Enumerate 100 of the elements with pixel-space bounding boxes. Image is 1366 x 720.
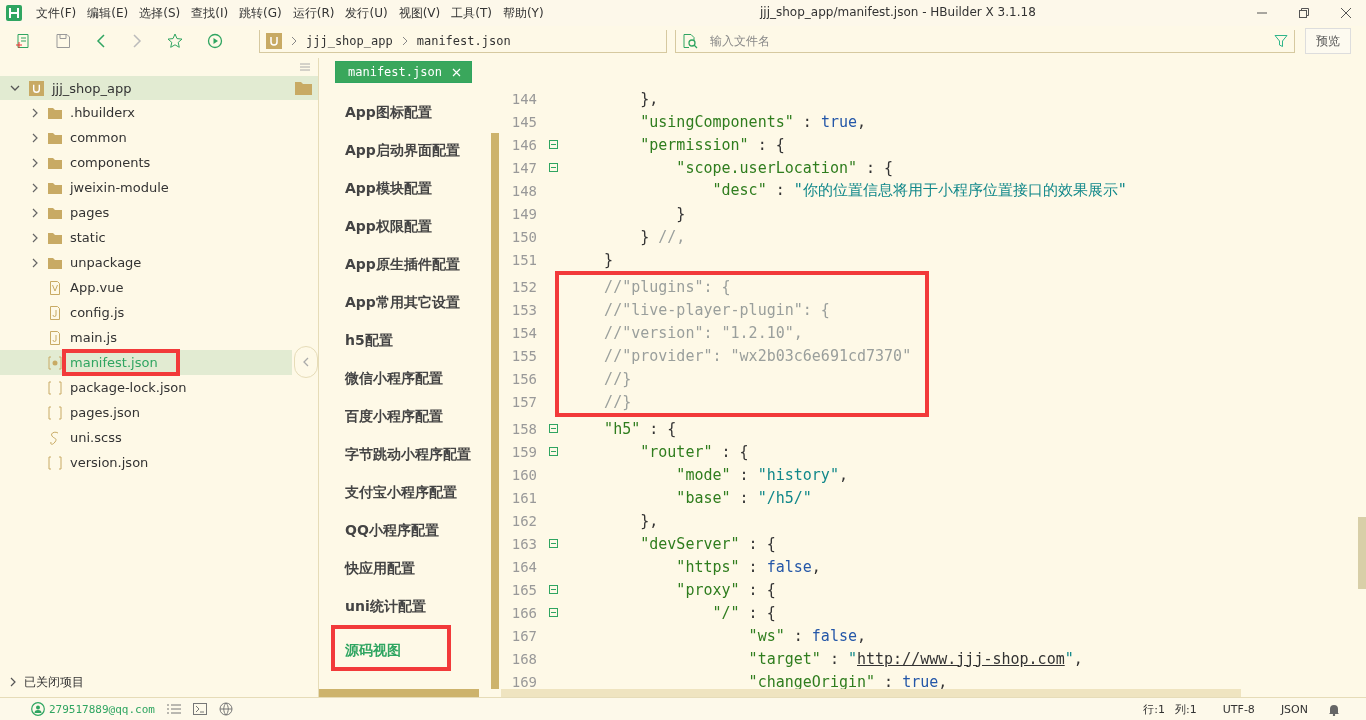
restore-icon[interactable]	[1298, 7, 1310, 19]
config-nav-item[interactable]: h5配置	[319, 321, 491, 359]
fold-icon[interactable]	[548, 447, 558, 456]
file-name: components	[69, 154, 152, 172]
menu-item[interactable]: 发行(U)	[345, 4, 388, 22]
chevron-icon[interactable]	[30, 106, 40, 119]
save-icon[interactable]	[55, 33, 71, 49]
chevron-icon[interactable]	[30, 231, 40, 244]
menu-item[interactable]: 视图(V)	[398, 4, 441, 22]
menu-item[interactable]: 编辑(E)	[87, 4, 129, 22]
config-nav-item[interactable]: QQ小程序配置	[319, 511, 491, 549]
filter-icon[interactable]	[1274, 33, 1288, 48]
menu-item[interactable]: 文件(F)	[36, 4, 77, 22]
folder-icon[interactable]	[295, 81, 312, 95]
file-tree-item[interactable]: common	[0, 125, 292, 150]
chevron-icon[interactable]	[30, 181, 40, 194]
code-line: "desc" : "你的位置信息将用于小程序位置接口的效果展示"	[711, 181, 1127, 200]
menu-item[interactable]: 运行(R)	[292, 4, 335, 22]
config-nav-item[interactable]: App原生插件配置	[319, 245, 491, 283]
language-label[interactable]: JSON	[1280, 702, 1308, 716]
user-icon[interactable]	[31, 702, 45, 716]
file-name: package-lock.json	[69, 379, 188, 397]
file-tree-item[interactable]: static	[0, 225, 292, 250]
chevron-icon[interactable]	[30, 156, 40, 169]
config-nav-item[interactable]: App图标配置	[319, 93, 491, 131]
file-tree-item[interactable]: config.js	[0, 300, 292, 325]
closed-projects-label: 已关闭项目	[24, 673, 84, 691]
back-icon[interactable]	[95, 33, 107, 49]
close-icon[interactable]	[1340, 7, 1352, 19]
file-tree-item[interactable]: components	[0, 150, 292, 175]
file-tree-item[interactable]: .hbuilderx	[0, 100, 292, 125]
line-number: 146	[510, 136, 537, 153]
config-nav-item[interactable]: 微信小程序配置	[319, 359, 491, 397]
menu-item[interactable]: 查找(I)	[191, 4, 229, 22]
fold-icon[interactable]	[548, 585, 558, 594]
line-number: 158	[510, 420, 537, 437]
fold-icon[interactable]	[548, 140, 558, 149]
code-line: //"provider": "wx2b03c6e691cd7370"	[603, 346, 912, 365]
line-number: 168	[510, 650, 537, 667]
project-row[interactable]: jjj_shop_app	[0, 76, 318, 100]
code-line: //"version": "1.2.10",	[603, 323, 803, 342]
terminal-icon[interactable]	[192, 703, 207, 715]
file-tree-item[interactable]: pages.json	[0, 400, 292, 425]
config-nav-item[interactable]: App模块配置	[319, 169, 491, 207]
horizontal-scrollbar[interactable]	[501, 689, 1241, 697]
file-search-field[interactable]: 输入文件名	[708, 32, 1274, 49]
fold-icon[interactable]	[548, 608, 558, 617]
file-name: App.vue	[69, 279, 125, 297]
file-tree-item[interactable]: package-lock.json	[0, 375, 292, 400]
file-tree-item[interactable]: main.js	[0, 325, 292, 350]
file-tree-item[interactable]: App.vue	[0, 275, 292, 300]
list-icon[interactable]	[166, 703, 181, 715]
code-line: "changeOrigin" : true,	[747, 672, 948, 691]
fold-icon[interactable]	[548, 163, 558, 172]
menu-item[interactable]: 工具(T)	[451, 4, 492, 22]
chevron-icon[interactable]	[30, 206, 40, 219]
file-name: pages	[69, 204, 111, 222]
file-tree-item[interactable]: uni.scss	[0, 425, 292, 450]
file-name: static	[69, 229, 107, 247]
menu-item[interactable]: 选择(S)	[139, 4, 181, 22]
chevron-icon[interactable]	[30, 131, 40, 144]
chevron-icon[interactable]	[8, 676, 18, 688]
config-nav-item[interactable]: 支付宝小程序配置	[319, 473, 491, 511]
config-nav-item[interactable]: 快应用配置	[319, 549, 491, 587]
breadcrumb-item[interactable]: jjj_shop_app	[306, 33, 393, 48]
bell-icon[interactable]	[1328, 702, 1340, 716]
preview-button[interactable]: 预览	[1305, 28, 1351, 54]
nav-horizontal-scrollbar[interactable]	[319, 689, 479, 697]
file-name: version.json	[69, 454, 150, 472]
file-tree-item[interactable]: pages	[0, 200, 292, 225]
code-line: "/" : {	[711, 603, 776, 622]
config-nav-item[interactable]: App权限配置	[319, 207, 491, 245]
file-tree-item[interactable]: version.json	[0, 450, 292, 475]
forward-icon[interactable]	[131, 33, 143, 49]
fold-icon[interactable]	[548, 539, 558, 548]
file-tree-item[interactable]: unpackage	[0, 250, 292, 275]
nav-scrollbar[interactable]	[491, 133, 499, 689]
globe-icon[interactable]	[218, 702, 233, 716]
chevron-icon[interactable]	[30, 256, 40, 269]
menu-item[interactable]: 跳转(G)	[239, 4, 282, 22]
config-nav-item[interactable]: 百度小程序配置	[319, 397, 491, 435]
new-file-icon[interactable]	[15, 33, 31, 49]
file-search-box[interactable]: 输入文件名	[675, 29, 1295, 53]
config-nav-item[interactable]: 字节跳动小程序配置	[319, 435, 491, 473]
project-icon	[266, 32, 282, 49]
config-nav-item[interactable]: App启动界面配置	[319, 131, 491, 169]
cursor-position: 行:1	[1143, 701, 1166, 717]
config-nav-item[interactable]: App常用其它设置	[319, 283, 491, 321]
fold-icon[interactable]	[548, 424, 558, 433]
menu-item[interactable]: 帮助(Y)	[502, 4, 544, 22]
closed-projects-row[interactable]: 已关闭项目	[0, 671, 318, 693]
star-icon[interactable]	[167, 33, 183, 49]
code-line: },	[639, 511, 659, 530]
project-name: jjj_shop_app	[52, 80, 132, 96]
encoding-label[interactable]: UTF-8	[1222, 702, 1255, 716]
scrollbar-thumb[interactable]	[1358, 517, 1366, 589]
run-icon[interactable]	[207, 33, 223, 49]
file-tree-item[interactable]: jweixin-module	[0, 175, 292, 200]
breadcrumb-item[interactable]: manifest.json	[416, 33, 511, 48]
config-nav-item[interactable]: uni统计配置	[319, 587, 491, 625]
